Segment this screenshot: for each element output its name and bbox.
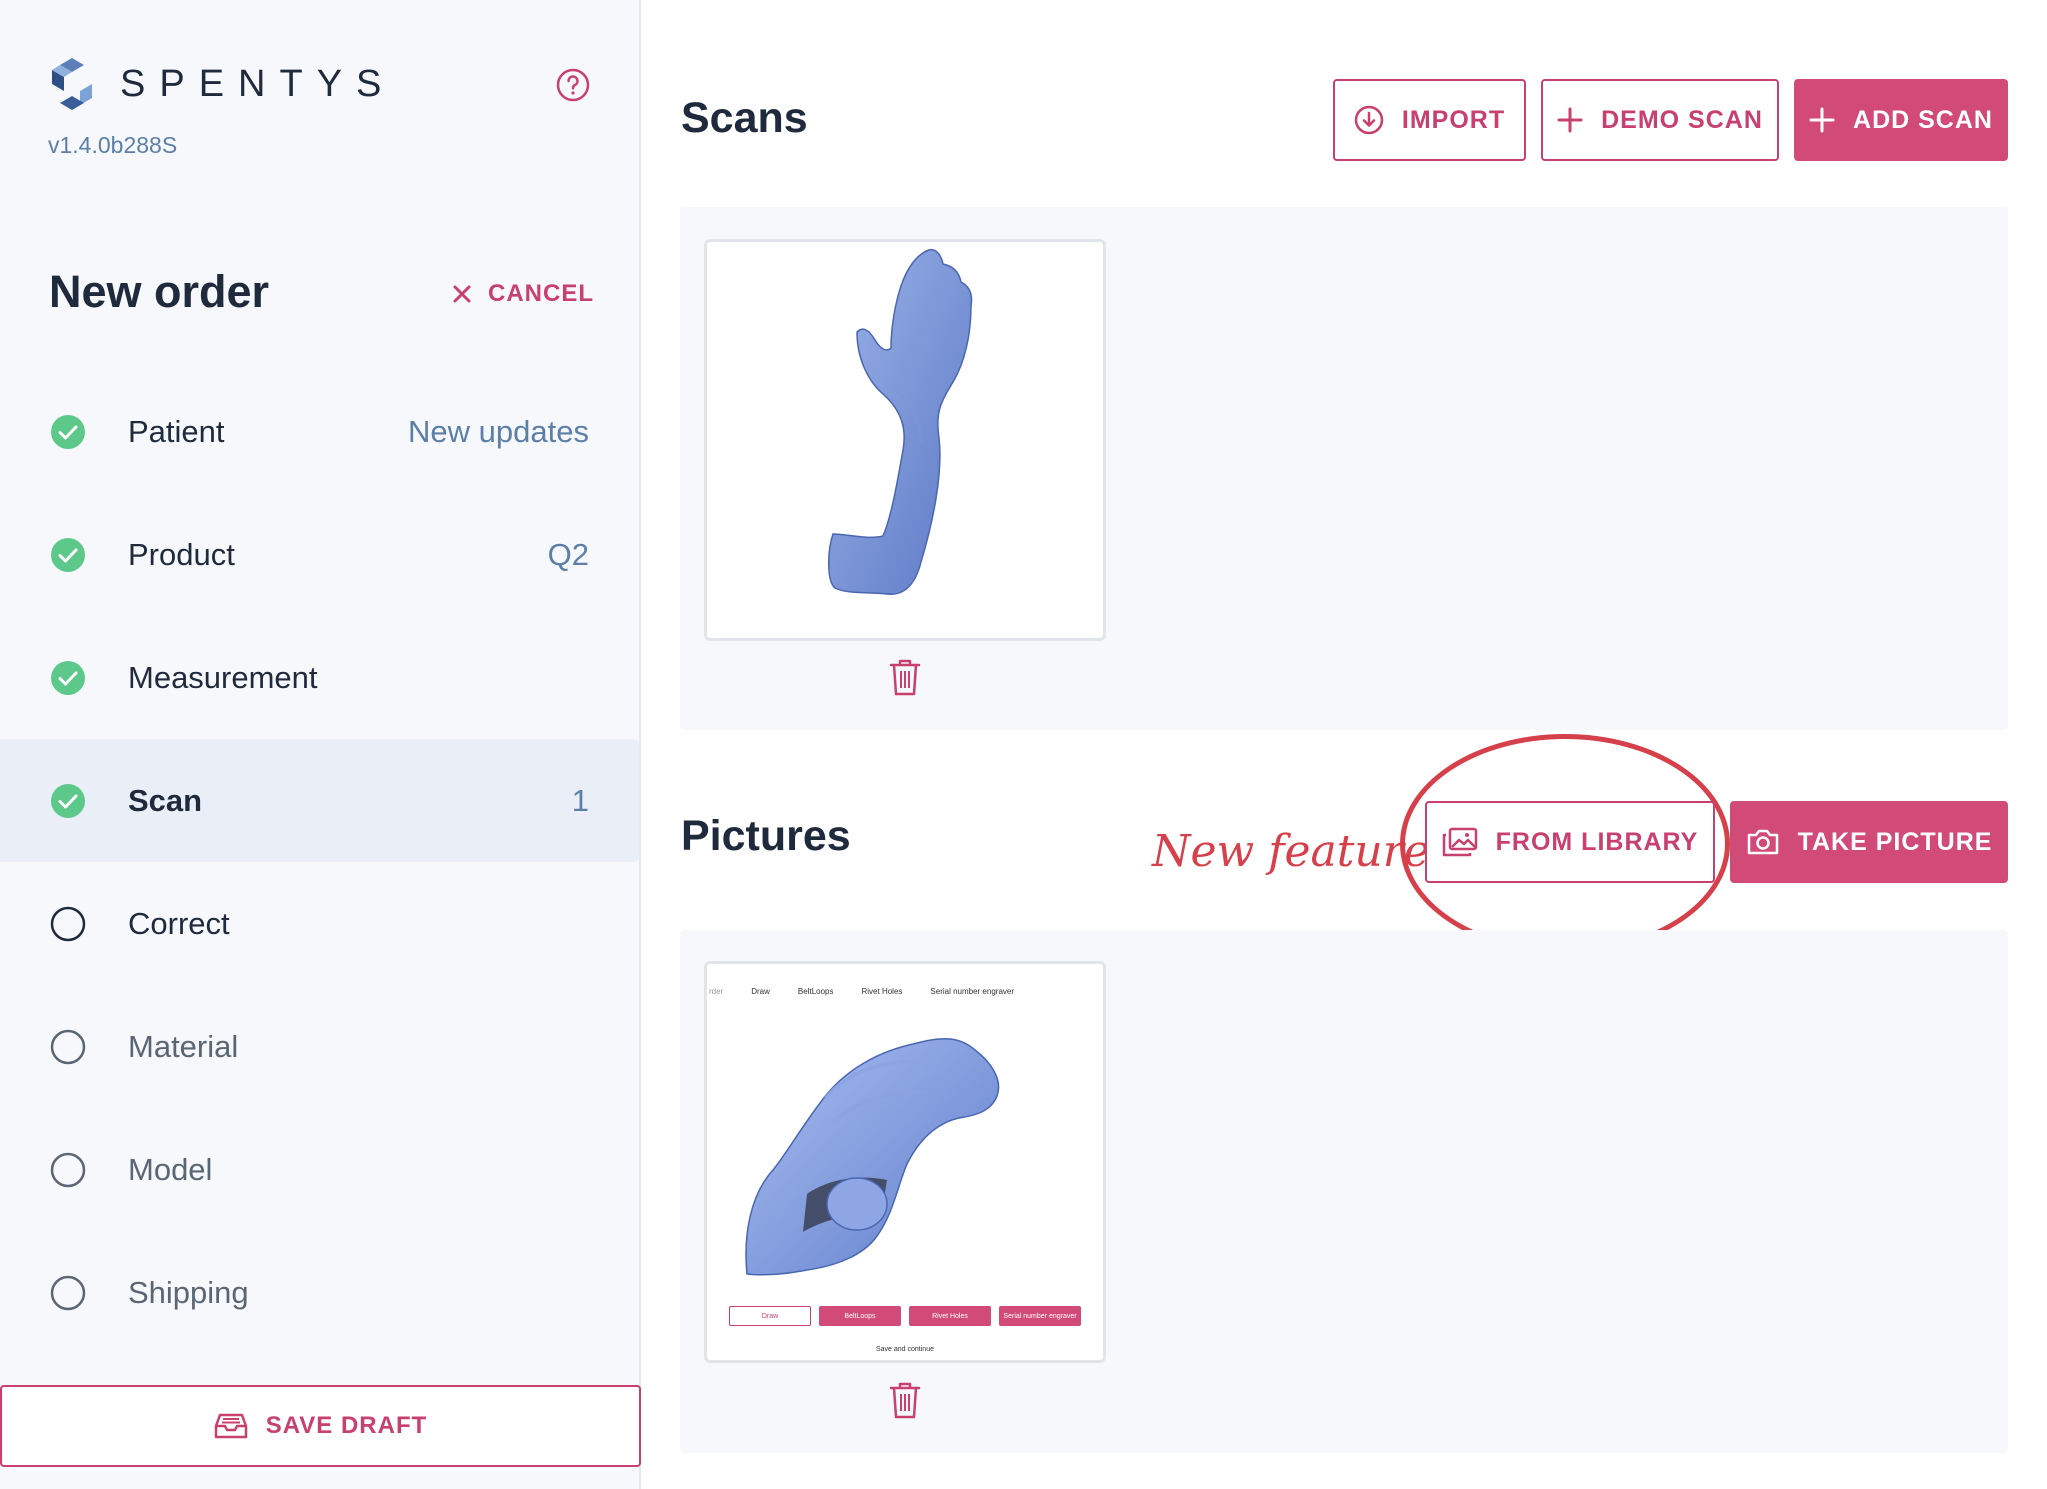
step-count: 1 (571, 782, 589, 818)
images-icon (1442, 827, 1477, 857)
step-shipping[interactable]: Shipping (0, 1231, 639, 1354)
step-patient[interactable]: Patient New updates (0, 370, 639, 493)
check-circle-icon (51, 660, 85, 695)
picture-toolbar-item: rder (709, 986, 724, 996)
picture-tool-button: Rivet Holes (909, 1306, 991, 1326)
add-scan-button[interactable]: ADD SCAN (1794, 79, 2008, 161)
step-scan[interactable]: Scan 1 (0, 739, 639, 862)
hand-model-image (745, 1038, 1000, 1276)
download-circle-icon (1354, 105, 1384, 135)
demo-scan-button[interactable]: DEMO SCAN (1541, 79, 1779, 161)
app-version: v1.4.0b288S (48, 132, 178, 158)
annotation-label: New feature (1152, 826, 1430, 877)
step-label: Material (128, 1028, 239, 1064)
picture-toolbar-item: Draw (751, 986, 770, 996)
picture-toolbar-item: BeltLoops (797, 986, 834, 996)
step-model[interactable]: Model (0, 1108, 639, 1231)
pictures-panel: rder Draw BeltLoops Rivet Holes Serial n… (680, 930, 2008, 1453)
picture-tool-button: Serial number engraver (999, 1306, 1081, 1326)
empty-circle-icon (50, 906, 86, 941)
brand-name: SPENTYS (120, 62, 396, 105)
scan-thumbnail[interactable] (704, 239, 1106, 641)
hand-scan-image (828, 248, 973, 595)
step-label: Shipping (128, 1274, 249, 1310)
delete-scan-icon[interactable] (888, 657, 922, 697)
order-steps: Patient New updates Product Q2 Measureme… (0, 370, 639, 1354)
order-title: New order (49, 266, 270, 317)
check-circle-icon (51, 783, 85, 818)
step-label: Patient (128, 413, 225, 449)
empty-circle-icon (50, 1029, 86, 1064)
brand: SPENTYS (48, 56, 395, 112)
picture-tool-buttons: Draw BeltLoops Rivet Holes Serial number… (729, 1306, 1081, 1326)
inbox-icon (214, 1413, 247, 1439)
pictures-title: Pictures (681, 812, 851, 860)
plus-icon (1557, 107, 1583, 133)
spentys-logo-icon (52, 58, 92, 110)
plus-icon (1809, 107, 1835, 133)
sidebar: SPENTYS v1.4.0b288S New order CANCEL Pat… (0, 0, 641, 1489)
check-circle-icon (51, 414, 85, 449)
step-correct[interactable]: Correct (0, 862, 639, 985)
import-button[interactable]: IMPORT (1333, 79, 1526, 161)
step-label: Correct (128, 905, 230, 941)
take-picture-button[interactable]: TAKE PICTURE (1730, 801, 2008, 883)
step-material[interactable]: Material (0, 985, 639, 1108)
step-meta: Q2 (547, 536, 589, 572)
step-label: Product (128, 536, 235, 572)
step-label: Scan (128, 782, 203, 818)
add-scan-label: ADD SCAN (1853, 105, 1993, 134)
take-picture-label: TAKE PICTURE (1797, 827, 1993, 856)
import-label: IMPORT (1401, 105, 1506, 134)
close-icon (453, 285, 471, 303)
save-draft-button[interactable]: SAVE DRAFT (0, 1385, 641, 1467)
picture-tool-button: BeltLoops (819, 1306, 901, 1326)
step-meta: New updates (408, 413, 589, 449)
empty-circle-icon (50, 1275, 86, 1310)
from-library-label: FROM LIBRARY (1495, 827, 1699, 856)
cancel-label: CANCEL (488, 280, 594, 307)
scans-panel (680, 207, 2008, 730)
empty-circle-icon (50, 1152, 86, 1187)
picture-toolbar-item: Serial number engraver (930, 986, 1015, 996)
step-product[interactable]: Product Q2 (0, 493, 639, 616)
step-label: Measurement (128, 659, 318, 695)
step-measurement[interactable]: Measurement (0, 616, 639, 739)
picture-thumbnail[interactable]: rder Draw BeltLoops Rivet Holes Serial n… (704, 961, 1106, 1363)
demo-scan-label: DEMO SCAN (1601, 105, 1763, 134)
scans-title: Scans (681, 94, 808, 142)
save-draft-label: SAVE DRAFT (265, 1412, 428, 1439)
picture-tool-button: Draw (729, 1306, 811, 1326)
picture-save-text: Save and continue (876, 1346, 934, 1353)
check-circle-icon (51, 537, 85, 572)
cancel-button[interactable]: CANCEL (452, 280, 594, 308)
help-icon[interactable] (556, 68, 590, 102)
picture-toolbar-item: Rivet Holes (861, 986, 903, 996)
from-library-button[interactable]: FROM LIBRARY (1425, 801, 1715, 883)
delete-picture-icon[interactable] (888, 1380, 922, 1420)
step-label: Model (128, 1151, 213, 1187)
camera-icon (1747, 829, 1778, 855)
